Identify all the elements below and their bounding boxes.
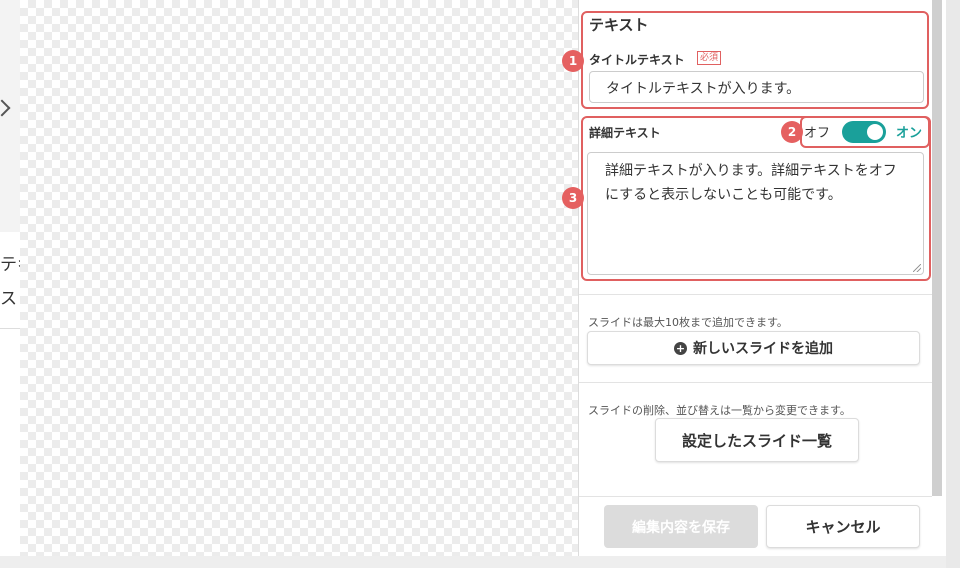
- annotation-badge-2: 2: [781, 121, 803, 143]
- slide-list-note: スライドの削除、並び替えは一覧から変更できます。: [588, 404, 851, 417]
- slide-list-button-label: 設定したスライド一覧: [681, 431, 832, 450]
- divider: [579, 294, 932, 295]
- highlight-box-1: [581, 11, 929, 109]
- slide-list-button[interactable]: 設定したスライド一覧: [655, 418, 859, 462]
- bottom-bar: [0, 556, 960, 568]
- add-slide-note: スライドは最大10枚まで追加できます。: [588, 316, 788, 329]
- save-button[interactable]: 編集内容を保存: [604, 505, 758, 548]
- annotation-badge-3: 3: [562, 187, 584, 209]
- divider: [0, 328, 20, 329]
- cancel-button[interactable]: キャンセル: [766, 505, 920, 548]
- divider: [579, 382, 932, 383]
- chevron-right-icon[interactable]: [0, 99, 11, 117]
- preview-text-line-1: テキ: [0, 255, 20, 275]
- panel-scrollbar[interactable]: [932, 0, 942, 496]
- right-edge: [946, 0, 960, 568]
- add-slide-button-label: 新しいスライドを追加: [693, 341, 833, 357]
- left-preview-card: テキ ス: [0, 232, 20, 568]
- cancel-button-label: キャンセル: [805, 518, 881, 536]
- add-slide-button[interactable]: + 新しいスライドを追加: [587, 331, 920, 365]
- preview-text-line-2: ス: [0, 289, 17, 309]
- slide-canvas: [20, 0, 578, 556]
- highlight-box-3: [581, 116, 931, 281]
- annotation-badge-1: 1: [562, 50, 584, 72]
- left-background: [0, 0, 20, 232]
- plus-circle-icon: +: [674, 341, 687, 355]
- divider: [579, 496, 932, 497]
